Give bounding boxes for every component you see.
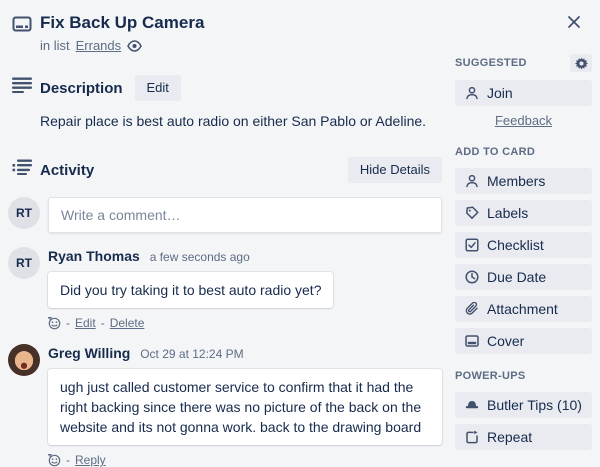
cover-button[interactable]: Cover <box>455 328 592 354</box>
clock-icon <box>465 270 479 284</box>
cover-icon <box>465 335 479 347</box>
edit-description-button[interactable]: Edit <box>135 75 181 101</box>
join-button[interactable]: Join <box>455 80 592 106</box>
description-text: Repair place is best auto radio on eithe… <box>40 111 442 131</box>
comment-text: Did you try taking it to best auto radio… <box>48 272 333 308</box>
comment-ryan-thomas: RT Ryan Thomas a few seconds ago Did you… <box>12 247 442 330</box>
comment-timestamp: Oct 29 at 12:24 PM <box>140 347 243 361</box>
comment-greg-willing: Greg Willing Oct 29 at 12:24 PM ugh just… <box>12 344 442 467</box>
add-reaction-icon[interactable] <box>48 317 61 330</box>
add-to-card-heading: ADD TO CARD <box>455 144 592 160</box>
avatar: RT <box>8 197 40 229</box>
members-button[interactable]: Members <box>455 168 592 194</box>
butler-tips-button[interactable]: Butler Tips (10) <box>455 392 592 418</box>
card-header: Fix Back Up Camera in list Errands <box>12 12 442 53</box>
attachment-label: Attachment <box>487 301 558 317</box>
action-separator: - <box>101 316 105 330</box>
add-reaction-icon[interactable] <box>48 454 61 467</box>
comment-text: ugh just called customer service to conf… <box>48 369 442 445</box>
description-icon <box>12 75 40 93</box>
labels-button[interactable]: Labels <box>455 200 592 226</box>
butler-hat-icon <box>465 399 479 411</box>
avatar: RT <box>8 247 40 279</box>
members-label: Members <box>487 173 545 189</box>
card-detail-main: Fix Back Up Camera in list Errands Descr… <box>12 12 442 467</box>
comment-timestamp: a few seconds ago <box>150 250 250 264</box>
watch-eye-icon <box>127 40 142 52</box>
edit-comment-link[interactable]: Edit <box>75 316 96 330</box>
paperclip-icon <box>465 302 479 316</box>
labels-label: Labels <box>487 205 528 221</box>
close-icon[interactable] <box>560 8 588 36</box>
description-heading: Description <box>40 80 123 97</box>
reply-comment-link[interactable]: Reply <box>75 453 106 467</box>
card-icon <box>12 12 40 34</box>
comment-author[interactable]: Ryan Thomas <box>48 248 140 264</box>
butler-tips-label: Butler Tips (10) <box>487 397 582 413</box>
checklist-label: Checklist <box>487 237 544 253</box>
description-section: Description Edit Repair place is best au… <box>12 75 442 131</box>
list-link[interactable]: Errands <box>76 38 122 53</box>
checklist-button[interactable]: Checklist <box>455 232 592 258</box>
delete-comment-link[interactable]: Delete <box>110 316 145 330</box>
action-separator: - <box>66 453 70 467</box>
activity-section: Activity Hide Details <box>12 157 442 183</box>
comment-author[interactable]: Greg Willing <box>48 345 130 361</box>
activity-icon <box>12 157 40 175</box>
repeat-icon <box>465 430 479 444</box>
comment-compose-row: RT <box>12 197 442 233</box>
in-list-label: in list <box>40 38 70 53</box>
action-separator: - <box>66 316 70 330</box>
due-date-button[interactable]: Due Date <box>455 264 592 290</box>
person-icon <box>465 174 479 188</box>
hide-details-button[interactable]: Hide Details <box>348 157 442 183</box>
repeat-button[interactable]: Repeat <box>455 424 592 450</box>
person-icon <box>465 86 479 100</box>
checklist-icon <box>465 238 479 252</box>
due-date-label: Due Date <box>487 269 546 285</box>
activity-heading: Activity <box>40 162 94 179</box>
gear-icon[interactable] <box>570 54 592 72</box>
tag-icon <box>465 206 479 220</box>
page-title: Fix Back Up Camera <box>40 12 442 34</box>
comment-input[interactable] <box>48 197 442 233</box>
repeat-label: Repeat <box>487 429 532 445</box>
card-list-subtitle: in list Errands <box>40 38 442 53</box>
attachment-button[interactable]: Attachment <box>455 296 592 322</box>
card-sidebar: SUGGESTED Join Feedback ADD TO CARD Memb… <box>455 54 592 456</box>
join-label: Join <box>487 85 513 101</box>
feedback-link[interactable]: Feedback <box>495 113 552 128</box>
avatar-photo <box>8 344 40 376</box>
cover-label: Cover <box>487 333 524 349</box>
suggested-heading: SUGGESTED <box>455 55 527 71</box>
power-ups-heading: POWER-UPS <box>455 368 592 384</box>
